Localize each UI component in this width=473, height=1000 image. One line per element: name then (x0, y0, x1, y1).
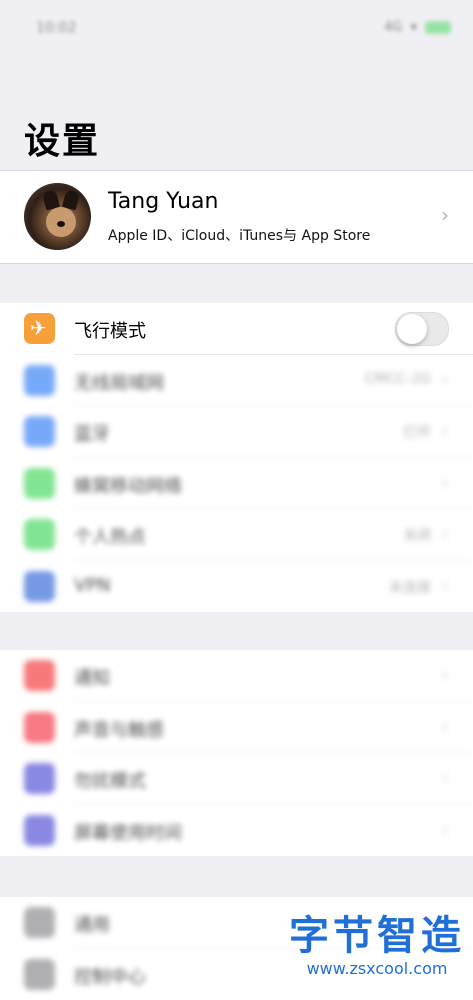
chevron-right-icon: › (441, 521, 449, 545)
row-label: 蜂窝移动网络 (74, 472, 182, 498)
settings-group-notifications: 通知 › 声音与触感 › 勿扰模式 › 屏幕使用时间 › (0, 650, 473, 856)
hourglass-icon (24, 815, 55, 846)
profile-row[interactable]: Tang Yuan Apple ID、iCloud、iTunes与 App St… (0, 170, 473, 264)
hotspot-icon (24, 519, 55, 550)
moon-icon (24, 763, 55, 794)
row-notifications[interactable]: 通知 › (0, 650, 473, 702)
watermark-title: 字节智造 (289, 903, 465, 961)
battery-icon (425, 21, 451, 34)
profile-name: Tang Yuan (108, 189, 218, 214)
vpn-icon (24, 571, 55, 602)
status-indicators: 4G ▾ (384, 20, 451, 35)
row-label: 个人热点 (74, 523, 146, 549)
row-value: 关闭 (403, 525, 431, 545)
chevron-right-icon: › (441, 662, 449, 686)
row-label: 通用 (74, 911, 110, 937)
row-label: 勿扰模式 (74, 767, 146, 793)
chevron-right-icon: › (441, 203, 449, 227)
cellular-icon (24, 468, 55, 499)
airplane-icon: ✈ (24, 313, 55, 344)
sound-icon (24, 712, 55, 743)
chevron-right-icon: › (441, 367, 449, 391)
row-label: 控制中心 (74, 963, 146, 989)
gear-icon (24, 907, 55, 938)
row-label: 蓝牙 (74, 420, 110, 446)
row-do-not-disturb[interactable]: 勿扰模式 › (0, 753, 473, 805)
status-time: 10:02 (36, 20, 76, 36)
toggles-icon (24, 959, 55, 990)
row-value: 未连接 (389, 577, 431, 597)
chevron-right-icon: › (441, 817, 449, 841)
settings-group-connectivity: ✈ 飞行模式 无线局域网 CMCC-2G › 蓝牙 打开 › 蜂窝移动网络 › … (0, 303, 473, 612)
row-value: 打开 (403, 422, 431, 442)
bluetooth-icon (24, 416, 55, 447)
row-airplane-mode[interactable]: ✈ 飞行模式 (0, 303, 473, 355)
chevron-right-icon: › (441, 765, 449, 789)
row-bluetooth[interactable]: 蓝牙 打开 › (0, 406, 473, 458)
row-sounds[interactable]: 声音与触感 › (0, 702, 473, 754)
watermark-url: www.zsxcool.com (289, 959, 465, 978)
watermark: 字节智造 www.zsxcool.com (289, 903, 465, 978)
page-title: 设置 (24, 112, 100, 164)
chevron-right-icon: › (441, 418, 449, 442)
row-label: 屏幕使用时间 (74, 819, 182, 845)
chevron-right-icon: › (441, 573, 449, 597)
profile-subtitle: Apple ID、iCloud、iTunes与 App Store (108, 225, 370, 245)
row-vpn[interactable]: VPN 未连接 › (0, 561, 473, 613)
row-label: 声音与触感 (74, 716, 164, 742)
row-label: 通知 (74, 664, 110, 690)
row-wifi[interactable]: 无线局域网 CMCC-2G › (0, 355, 473, 407)
notifications-icon (24, 660, 55, 691)
wifi-icon (24, 365, 55, 396)
row-label: VPN (74, 575, 111, 596)
airplane-toggle[interactable] (395, 312, 449, 346)
row-label: 无线局域网 (74, 369, 164, 395)
chevron-right-icon: › (441, 714, 449, 738)
row-value: CMCC-2G (365, 371, 431, 387)
signal-label: 4G (384, 20, 402, 35)
row-label: 飞行模式 (74, 317, 146, 343)
row-screen-time[interactable]: 屏幕使用时间 › (0, 805, 473, 857)
row-cellular[interactable]: 蜂窝移动网络 › (0, 458, 473, 510)
status-bar: 10:02 4G ▾ (0, 0, 473, 58)
chevron-right-icon: › (441, 470, 449, 494)
row-hotspot[interactable]: 个人热点 关闭 › (0, 509, 473, 561)
avatar (24, 183, 91, 250)
wifi-icon: ▾ (410, 20, 417, 35)
